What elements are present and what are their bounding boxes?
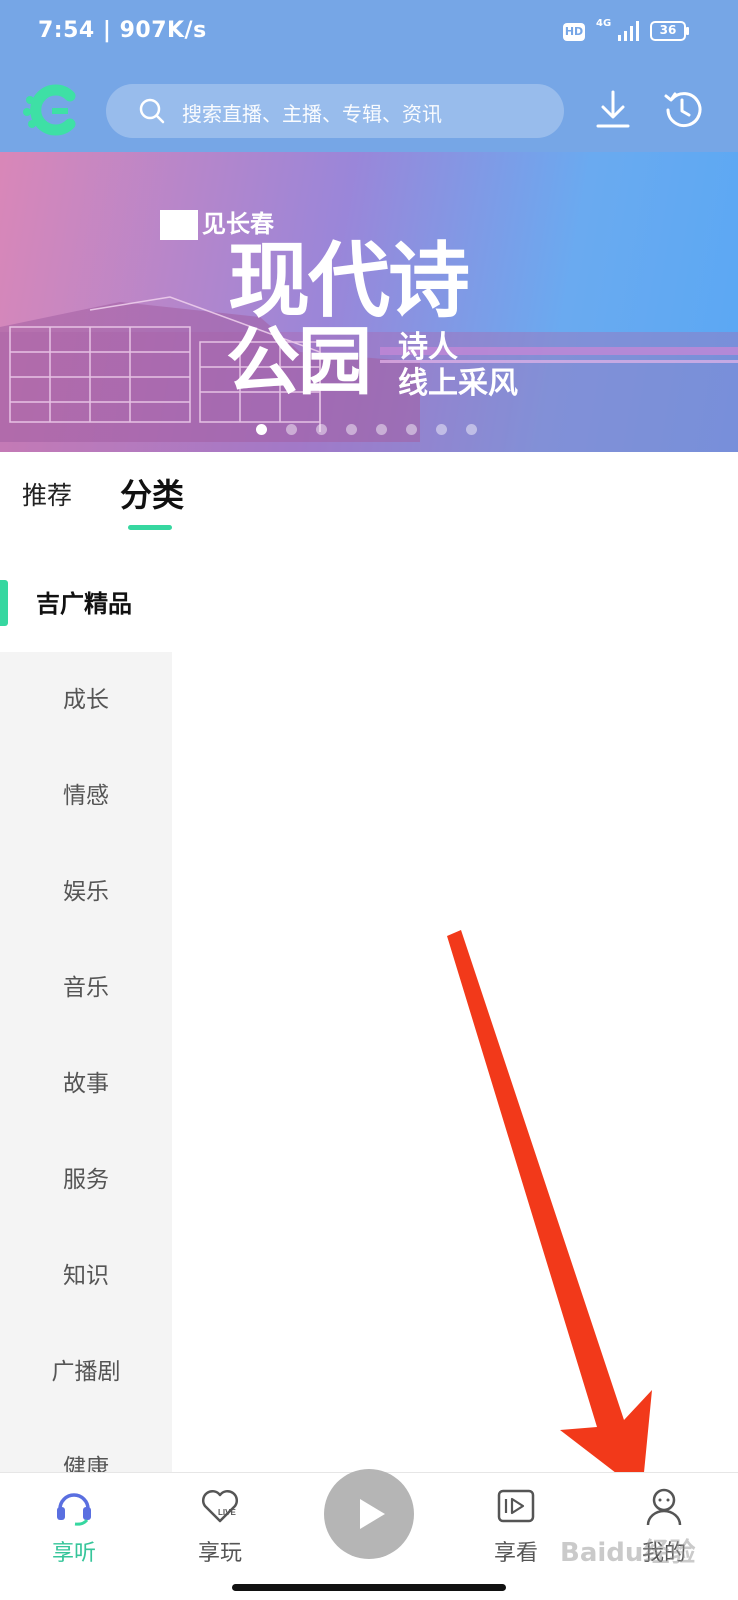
- sidebar-item[interactable]: 故事: [0, 1036, 172, 1132]
- history-icon[interactable]: [660, 88, 704, 132]
- home-indicator[interactable]: [232, 1584, 506, 1591]
- heart-live-icon: LIVE: [202, 1490, 238, 1523]
- promo-banner[interactable]: 见长春 现代诗 公园 诗人 线上采风: [0, 152, 738, 452]
- user-icon: [646, 1488, 682, 1526]
- signal-icon: [618, 21, 639, 41]
- app-header: 7:54 | 907K/s HD 4G 36 搜索直播、主播、专辑、资讯: [0, 0, 738, 152]
- carousel-dot[interactable]: [286, 424, 297, 435]
- download-icon[interactable]: [594, 88, 632, 130]
- nav-label: 享玩: [197, 1541, 242, 1566]
- sidebar-item[interactable]: 情感: [0, 748, 172, 844]
- active-tab-indicator: [128, 525, 172, 530]
- sidebar-item[interactable]: 广播剧: [0, 1324, 172, 1420]
- hd-badge: HD: [563, 23, 585, 41]
- content-tabs: 推荐 分类: [0, 452, 738, 542]
- network-type: 4G: [596, 18, 612, 29]
- status-bar: 7:54 | 907K/s HD 4G 36: [0, 0, 738, 66]
- sidebar-item[interactable]: 服务: [0, 1132, 172, 1228]
- nav-label: 享听: [51, 1541, 96, 1566]
- search-placeholder: 搜索直播、主播、专辑、资讯: [182, 102, 442, 126]
- sidebar-item[interactable]: 健康: [0, 1420, 172, 1472]
- battery-icon: 36: [650, 21, 690, 41]
- tab-recommend[interactable]: 推荐: [22, 476, 72, 512]
- sidebar-item-label: 吉广精品: [36, 590, 132, 618]
- nav-label: 享看: [493, 1541, 538, 1566]
- carousel-dot[interactable]: [346, 424, 357, 435]
- status-time: 7:54 | 907K/s: [38, 18, 207, 43]
- carousel-dot[interactable]: [466, 424, 477, 435]
- search-input[interactable]: 搜索直播、主播、专辑、资讯: [106, 84, 564, 138]
- category-sidebar: 吉广精品 成长 情感 娱乐 音乐 故事 服务 知识 广播剧 健康: [0, 556, 172, 1472]
- sidebar-item[interactable]: 音乐: [0, 940, 172, 1036]
- nav-item-watch[interactable]: 享看: [456, 1473, 576, 1573]
- sidebar-item[interactable]: 娱乐: [0, 844, 172, 940]
- battery-level: 36: [659, 23, 677, 37]
- banner-subtitle-line2: 线上采风: [398, 366, 518, 401]
- app-logo[interactable]: [22, 80, 82, 140]
- headphones-icon: [57, 1493, 91, 1526]
- video-play-icon: [497, 1489, 535, 1523]
- carousel-dot[interactable]: [256, 424, 267, 435]
- nav-item-listen[interactable]: 享听: [14, 1473, 134, 1573]
- sidebar-item-active[interactable]: 吉广精品: [0, 556, 172, 652]
- sidebar-item[interactable]: 成长: [0, 652, 172, 748]
- carousel-dot[interactable]: [406, 424, 417, 435]
- banner-title-line2: 公园: [226, 319, 372, 405]
- carousel-dot[interactable]: [316, 424, 327, 435]
- watermark: Baidu经验: [560, 1538, 696, 1568]
- search-icon: [139, 98, 165, 124]
- active-marker: [0, 580, 8, 626]
- sidebar-item[interactable]: 知识: [0, 1228, 172, 1324]
- play-icon: [360, 1499, 385, 1529]
- carousel-dot[interactable]: [436, 424, 447, 435]
- svg-text:LIVE: LIVE: [218, 1508, 236, 1517]
- carousel-dot[interactable]: [376, 424, 387, 435]
- play-button[interactable]: [324, 1469, 414, 1559]
- tab-category[interactable]: 分类: [120, 470, 184, 516]
- carousel-indicator: [256, 420, 496, 435]
- nav-item-play[interactable]: LIVE 享玩: [160, 1473, 280, 1573]
